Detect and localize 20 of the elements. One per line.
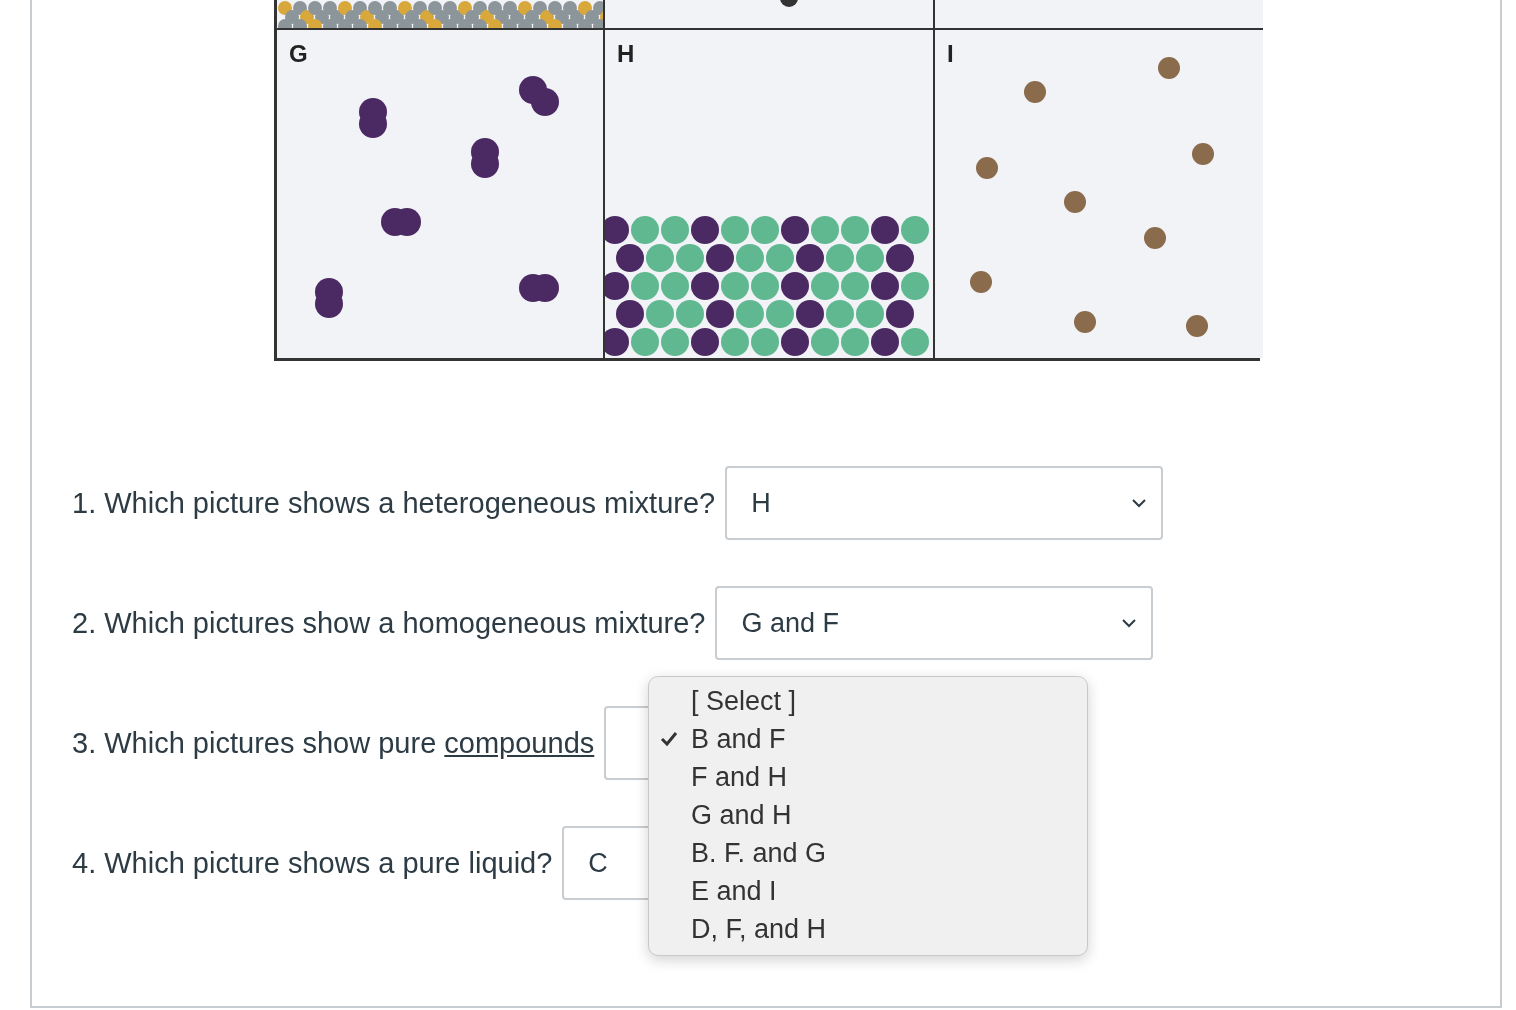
- question-text: 4. Which picture shows a pure liquid?: [72, 846, 553, 880]
- dropdown-option[interactable]: B. F. and G: [691, 837, 827, 869]
- dropdown-option[interactable]: F and H: [691, 761, 788, 793]
- dropdown-option[interactable]: B and F: [691, 723, 786, 755]
- question-text: 3. Which pictures show pure compounds: [72, 726, 595, 760]
- chevron-icon: [1121, 618, 1138, 628]
- check-icon: [659, 730, 679, 748]
- panel-label: I: [947, 40, 954, 68]
- term-link[interactable]: compounds: [444, 726, 595, 759]
- dropdown-option[interactable]: D, F, and H: [691, 913, 827, 945]
- answer-dropdown[interactable]: G and F: [715, 586, 1154, 660]
- chevron-icon: [1131, 498, 1148, 508]
- answer-dropdown[interactable]: H: [725, 466, 1164, 540]
- question-text: 1. Which picture shows a heterogeneous mixture?: [72, 486, 716, 520]
- question-text: 2. Which pictures show a homogeneous mixture?: [72, 606, 706, 640]
- panel-label: H: [617, 40, 635, 68]
- dropdown-option[interactable]: E and I: [691, 875, 777, 907]
- dropdown-option[interactable]: [ Select ]: [691, 685, 797, 717]
- panel-label: G: [289, 40, 308, 68]
- dropdown-option[interactable]: G and H: [691, 799, 792, 831]
